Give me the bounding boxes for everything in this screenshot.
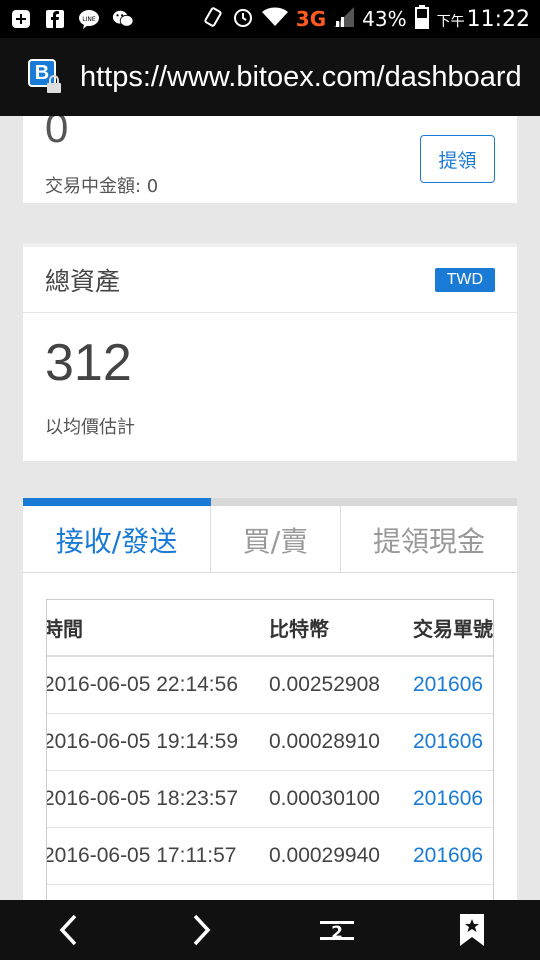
back-icon[interactable]: [38, 900, 98, 960]
cell-time: 2016-06-05 19:14:59: [47, 713, 269, 771]
wechat-icon: [112, 8, 134, 30]
signal-icon: [334, 6, 355, 32]
col-header-bitcoin: 比特幣: [269, 600, 413, 657]
transactions-table[interactable]: 時間 比特幣 交易單號 2016-06-05 22:14:56 0.002529…: [46, 599, 494, 900]
withdraw-button[interactable]: 提領: [420, 135, 495, 183]
total-assets-header: 總資產 TWD: [23, 247, 517, 313]
cell-order-link[interactable]: 201606: [413, 713, 493, 771]
plus-icon: [10, 8, 32, 30]
transactions-card: 接收/發送 買/賣 提領現金 時間 比特幣 交易單號 2016-06-05 22…: [23, 498, 517, 900]
col-header-order-id: 交易單號: [413, 600, 493, 657]
cell-order-link[interactable]: 201606: [413, 656, 493, 714]
line-icon: LINE: [78, 8, 100, 30]
cell-bitcoin: 0.00030100: [269, 770, 413, 828]
table-row: 2016-06-05 19:14:59 0.00028910 201606: [47, 713, 493, 771]
tab-cash-withdraw[interactable]: 提領現金: [341, 498, 517, 573]
balance-value: 0: [45, 116, 69, 151]
svg-text:2: 2: [331, 923, 343, 943]
table-header-row: 時間 比特幣 交易單號: [47, 600, 493, 657]
facebook-icon: [44, 8, 66, 30]
dashboard-content[interactable]: 0 交易中金額: 0 提領 總資產 TWD 312 以均價估計 接收/發送 買/…: [0, 116, 540, 900]
battery-icon: [414, 4, 429, 34]
cell-bitcoin: 0.00028910: [269, 713, 413, 771]
table-row: 2016-06-05 18:23:57 0.00030100 201606: [47, 770, 493, 828]
estimate-note: 以均價估計: [45, 417, 135, 438]
currency-badge[interactable]: TWD: [434, 267, 495, 292]
url-text[interactable]: https://www.bitoex.com/dashboard: [80, 61, 522, 94]
total-assets-amount: 312: [45, 334, 132, 392]
alarm-icon: [232, 6, 254, 33]
tab-buy-sell[interactable]: 買/賣: [211, 498, 341, 573]
url-bar[interactable]: B https://www.bitoex.com/dashboard: [0, 38, 540, 116]
cell-bitcoin: 0.00252908: [269, 656, 413, 714]
tab-receive-send[interactable]: 接收/發送: [23, 498, 211, 573]
in-trade-amount: 交易中金額: 0: [45, 176, 159, 197]
total-assets-title: 總資產: [45, 266, 121, 296]
table-row: [47, 884, 493, 900]
cell-time: 2016-06-05 18:23:57: [47, 770, 269, 828]
wifi-icon: [261, 7, 288, 32]
battery-percent: 43%: [362, 7, 407, 31]
network-type: 3G: [295, 7, 327, 31]
rotate-icon: [202, 6, 224, 33]
table-row: 2016-06-05 17:11:57 0.00029940 201606: [47, 827, 493, 885]
table-row: 2016-06-05 22:14:56 0.00252908 201606: [47, 656, 493, 714]
cell-order-link[interactable]: 201606: [413, 827, 493, 885]
transaction-tabs: 接收/發送 買/賣 提領現金: [23, 498, 517, 573]
status-bar: LINE 3G 43% 下午11:22: [0, 0, 540, 38]
lock-icon: [47, 75, 61, 93]
cell-order-link[interactable]: 201606: [413, 770, 493, 828]
svg-text:LINE: LINE: [82, 16, 96, 23]
browser-nav-bar: 2: [0, 900, 540, 960]
forward-icon[interactable]: [172, 900, 232, 960]
site-favicon: B: [28, 59, 64, 95]
tab-indicator: [23, 498, 517, 506]
cell-time: 2016-06-05 17:11:57: [47, 827, 269, 885]
tabs-icon[interactable]: 2: [308, 900, 368, 960]
clock: 下午11:22: [436, 6, 530, 32]
col-header-time: 時間: [47, 600, 269, 657]
cell-time: 2016-06-05 22:14:56: [47, 656, 269, 714]
total-assets-card: 總資產 TWD 312 以均價估計: [23, 243, 517, 461]
bookmark-icon[interactable]: [442, 900, 502, 960]
cell-bitcoin: 0.00029940: [269, 827, 413, 885]
balance-card: 0 交易中金額: 0 提領: [23, 116, 517, 203]
